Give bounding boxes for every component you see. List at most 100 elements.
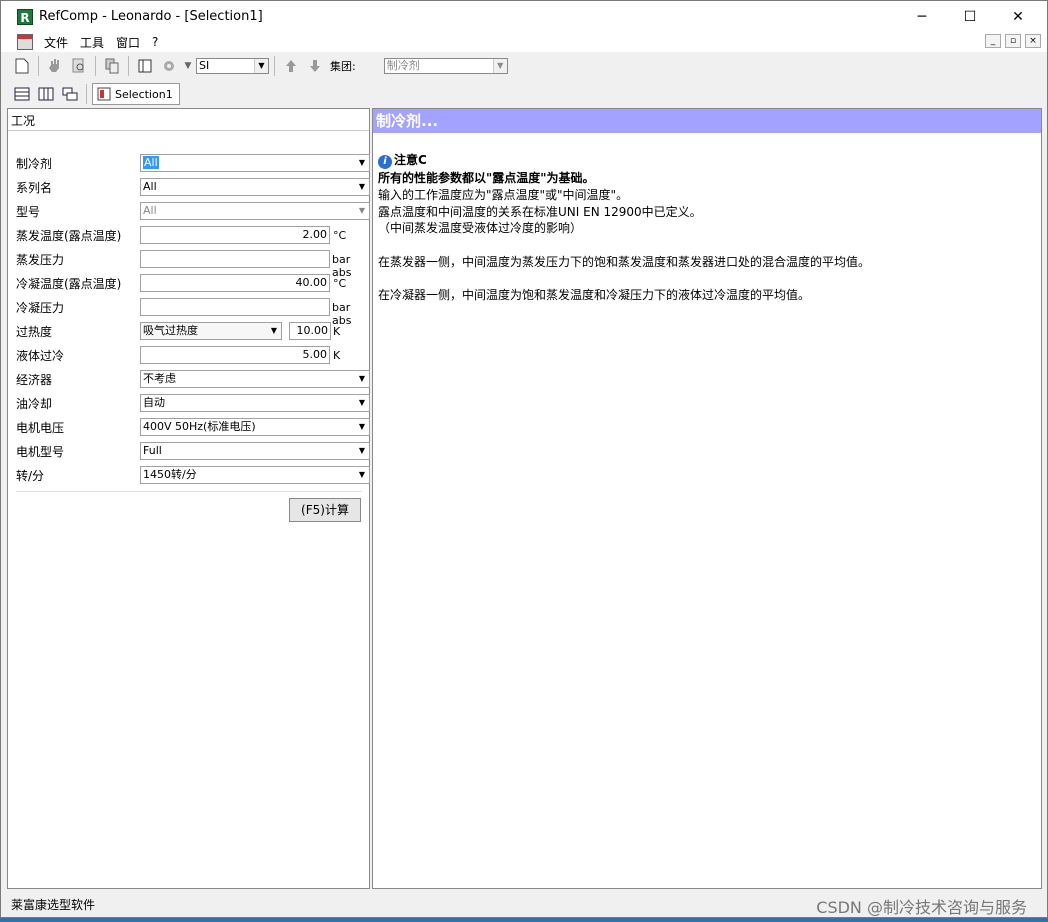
- chevron-down-icon: ▼: [358, 206, 366, 215]
- economizer-value: 不考虑: [143, 372, 176, 385]
- split-vertical-icon[interactable]: [35, 83, 57, 105]
- motor-type-select[interactable]: Full ▼: [140, 442, 370, 460]
- note-line-4: （中间蒸发温度受液体过冷度的影响）: [378, 221, 583, 235]
- note-line-1: 所有的性能参数都以"露点温度"为基础。: [378, 171, 595, 185]
- copy-icon[interactable]: [101, 55, 123, 77]
- row-rpm: 转/分 1450转/分 ▼: [16, 465, 370, 485]
- mdi-minimize-button[interactable]: _: [985, 34, 1001, 48]
- motor-type-value: Full: [143, 444, 162, 457]
- economizer-select[interactable]: 不考虑 ▼: [140, 370, 370, 388]
- arrow-up-icon[interactable]: [280, 55, 302, 77]
- series-label: 系列名: [16, 180, 53, 195]
- series-select[interactable]: All ▼: [140, 178, 370, 196]
- info-icon: i: [378, 155, 392, 169]
- oil-cooling-label: 油冷却: [16, 396, 53, 411]
- model-value: All: [143, 204, 157, 217]
- group-label: 集团:: [330, 60, 356, 73]
- subcooling-label: 液体过冷: [16, 348, 65, 363]
- row-economizer: 经济器 不考虑 ▼: [16, 369, 370, 389]
- chevron-down-icon: ▼: [358, 422, 366, 431]
- superheat-type-select[interactable]: 吸气过热度 ▼: [140, 322, 282, 340]
- mdi-close-button[interactable]: ×: [1025, 34, 1041, 48]
- row-superheat: 过热度 吸气过热度 ▼ 10.00 K: [16, 321, 366, 341]
- row-motor-type: 电机型号 Full ▼: [16, 441, 370, 461]
- hand-icon[interactable]: [44, 55, 66, 77]
- watermark-text: CSDN @制冷技术咨询与服务: [816, 898, 1027, 917]
- cond-temp-unit: °C: [333, 277, 347, 290]
- row-series: 系列名 All ▼: [16, 177, 370, 197]
- row-oil-cooling: 油冷却 自动 ▼: [16, 393, 370, 413]
- row-cond-pressure: 冷凝压力 bar abs: [16, 297, 366, 327]
- print-preview-icon[interactable]: [68, 55, 90, 77]
- main-toolbar: ▼ SI ▼ 集团: 制冷剂 ▼: [11, 53, 508, 79]
- rpm-select[interactable]: 1450转/分 ▼: [140, 466, 370, 484]
- calculate-button[interactable]: (F5)计算: [289, 498, 361, 522]
- cond-pressure-label: 冷凝压力: [16, 300, 65, 315]
- units-select[interactable]: SI ▼: [196, 58, 269, 74]
- new-document-icon[interactable]: [11, 55, 33, 77]
- layout-icon[interactable]: [134, 55, 156, 77]
- app-logo-icon: R: [17, 8, 33, 25]
- window-title: RefComp - Leonardo - [Selection1]: [39, 9, 263, 24]
- refrigerant-select[interactable]: All ▼: [140, 154, 370, 172]
- menu-window[interactable]: 窗口: [110, 34, 146, 51]
- cond-temp-input[interactable]: 40.00: [140, 274, 330, 292]
- row-evap-pressure: 蒸发压力 bar abs: [16, 249, 366, 279]
- superheat-label: 过热度: [16, 324, 53, 339]
- rpm-label: 转/分: [16, 468, 45, 483]
- menu-tools[interactable]: 工具: [74, 34, 110, 51]
- model-label: 型号: [16, 204, 41, 219]
- selection-doc-icon: [97, 87, 111, 101]
- evap-temp-input[interactable]: 2.00: [140, 226, 330, 244]
- title-bar: R RefComp - Leonardo - [Selection1] ─ ☐ …: [1, 1, 1047, 32]
- row-evap-temp: 蒸发温度(露点温度) 2.00 °C: [16, 225, 366, 245]
- motor-voltage-label: 电机电压: [16, 420, 65, 435]
- evap-pressure-input[interactable]: [140, 250, 330, 268]
- oil-cooling-value: 自动: [143, 396, 165, 409]
- subcooling-input[interactable]: 5.00: [140, 346, 330, 364]
- superheat-type-value: 吸气过热度: [143, 324, 198, 337]
- toolbar-separator: [38, 56, 39, 76]
- arrow-down-icon[interactable]: [304, 55, 326, 77]
- gear-dropdown-icon[interactable]: ▼: [182, 55, 194, 77]
- cond-pressure-input[interactable]: [140, 298, 330, 316]
- oil-cooling-select[interactable]: 自动 ▼: [140, 394, 370, 412]
- gear-icon[interactable]: [158, 55, 180, 77]
- mdi-restore-button[interactable]: ▫: [1005, 34, 1021, 48]
- close-button[interactable]: ✕: [995, 1, 1041, 32]
- split-horizontal-icon[interactable]: [11, 83, 33, 105]
- cond-temp-label: 冷凝温度(露点温度): [16, 276, 122, 291]
- chevron-down-icon: ▼: [358, 158, 366, 167]
- tab-selection1[interactable]: Selection1: [92, 83, 180, 105]
- tab-selection1-label: Selection1: [115, 87, 173, 101]
- toolbar-separator: [128, 56, 129, 76]
- motor-type-label: 电机型号: [16, 444, 65, 459]
- document-menu-icon[interactable]: [17, 34, 33, 50]
- divider: [16, 491, 362, 492]
- note-line-5: 在蒸发器一侧，中间温度为蒸发压力下的饱和蒸发温度和蒸发器进口处的混合温度的平均值…: [378, 255, 871, 269]
- chevron-down-icon: ▼: [358, 446, 366, 455]
- refrigerant-label: 制冷剂: [16, 156, 53, 171]
- superheat-input[interactable]: 10.00: [289, 322, 331, 340]
- group-value: 制冷剂: [386, 59, 420, 72]
- rpm-value: 1450转/分: [143, 468, 197, 481]
- model-select[interactable]: All ▼: [140, 202, 370, 220]
- note-heading: i 注意C: [378, 151, 427, 169]
- row-model: 型号 All ▼: [16, 201, 370, 221]
- group-select[interactable]: 制冷剂 ▼: [383, 58, 508, 74]
- evap-temp-label: 蒸发温度(露点温度): [16, 228, 122, 243]
- conditions-panel-title: 工况: [8, 109, 369, 131]
- chevron-down-icon: ▼: [492, 59, 507, 73]
- cascade-icon[interactable]: [59, 83, 81, 105]
- menu-file[interactable]: 文件: [38, 34, 74, 51]
- motor-voltage-select[interactable]: 400V 50Hz(标准电压) ▼: [140, 418, 370, 436]
- refrigerant-value: All: [143, 156, 159, 169]
- status-text: 莱富康选型软件: [11, 897, 96, 912]
- conditions-panel: 工况 制冷剂 All ▼ 系列名 All ▼ 型号 All ▼ 蒸发温度(露点温…: [7, 108, 370, 889]
- menu-help[interactable]: ?: [146, 35, 164, 49]
- units-value: SI: [199, 59, 210, 72]
- note-line-3: 露点温度和中间温度的关系在标准UNI EN 12900中已定义。: [378, 205, 702, 219]
- minimize-button[interactable]: ─: [899, 1, 945, 32]
- note-title: 注意C: [394, 153, 427, 167]
- maximize-button[interactable]: ☐: [947, 1, 993, 32]
